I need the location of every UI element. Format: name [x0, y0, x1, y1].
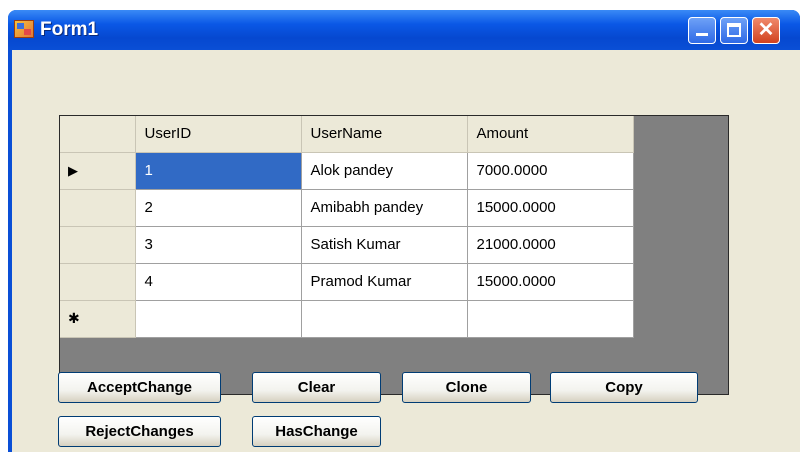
maximize-icon [727, 23, 741, 37]
grid-corner-header[interactable] [60, 116, 136, 153]
form-client-area: UserID UserName Amount ▶ 1 Alok pandey 7… [12, 50, 800, 452]
cell-amount[interactable]: 15000.0000 [467, 263, 634, 301]
accept-change-button[interactable]: AcceptChange [58, 372, 221, 403]
cell-userid[interactable]: 4 [135, 263, 302, 301]
table-row: 3 Satish Kumar 21000.0000 [60, 226, 634, 264]
cell-amount[interactable]: 15000.0000 [467, 189, 634, 227]
table-row: 4 Pramod Kumar 15000.0000 [60, 263, 634, 301]
header-row: UserID UserName Amount [60, 116, 634, 153]
cell-amount-new[interactable] [467, 300, 634, 338]
cell-amount[interactable]: 7000.0000 [467, 152, 634, 190]
cell-username-new[interactable] [301, 300, 468, 338]
reject-changes-button[interactable]: RejectChanges [58, 416, 221, 447]
column-header-username[interactable]: UserName [301, 116, 468, 153]
maximize-button[interactable] [720, 17, 748, 44]
table-row: 2 Amibabh pandey 15000.0000 [60, 189, 634, 227]
cell-userid[interactable]: 1 [135, 152, 302, 190]
new-row-asterisk-icon: ✱ [68, 310, 80, 326]
close-icon: ✕ [757, 19, 775, 41]
row-header[interactable] [60, 226, 136, 264]
cell-username[interactable]: Pramod Kumar [301, 263, 468, 301]
current-row-arrow-icon: ▶ [68, 163, 78, 178]
form-app-icon [14, 20, 34, 38]
cell-userid[interactable]: 3 [135, 226, 302, 264]
row-header-current[interactable]: ▶ [60, 152, 136, 190]
row-header[interactable] [60, 263, 136, 301]
cell-amount[interactable]: 21000.0000 [467, 226, 634, 264]
cell-username[interactable]: Satish Kumar [301, 226, 468, 264]
row-header-new[interactable]: ✱ [60, 300, 136, 338]
cell-username[interactable]: Alok pandey [301, 152, 468, 190]
main-window: Form1 ✕ UserID UserName Amount ▶ 1 Alok … [8, 10, 800, 452]
table-row: ▶ 1 Alok pandey 7000.0000 [60, 152, 634, 190]
close-button[interactable]: ✕ [752, 17, 780, 44]
minimize-icon [696, 33, 708, 36]
clone-button[interactable]: Clone [402, 372, 531, 403]
copy-button[interactable]: Copy [550, 372, 698, 403]
minimize-button[interactable] [688, 17, 716, 44]
column-header-userid[interactable]: UserID [135, 116, 302, 153]
new-row: ✱ [60, 300, 634, 338]
cell-userid-new[interactable] [135, 300, 302, 338]
clear-button[interactable]: Clear [252, 372, 381, 403]
has-change-button[interactable]: HasChange [252, 416, 381, 447]
cell-userid[interactable]: 2 [135, 189, 302, 227]
window-title: Form1 [40, 19, 99, 40]
title-bar[interactable]: Form1 ✕ [8, 10, 800, 50]
grid-table: UserID UserName Amount ▶ 1 Alok pandey 7… [60, 116, 634, 338]
column-header-amount[interactable]: Amount [467, 116, 634, 153]
data-grid[interactable]: UserID UserName Amount ▶ 1 Alok pandey 7… [59, 115, 729, 395]
row-header[interactable] [60, 189, 136, 227]
cell-username[interactable]: Amibabh pandey [301, 189, 468, 227]
